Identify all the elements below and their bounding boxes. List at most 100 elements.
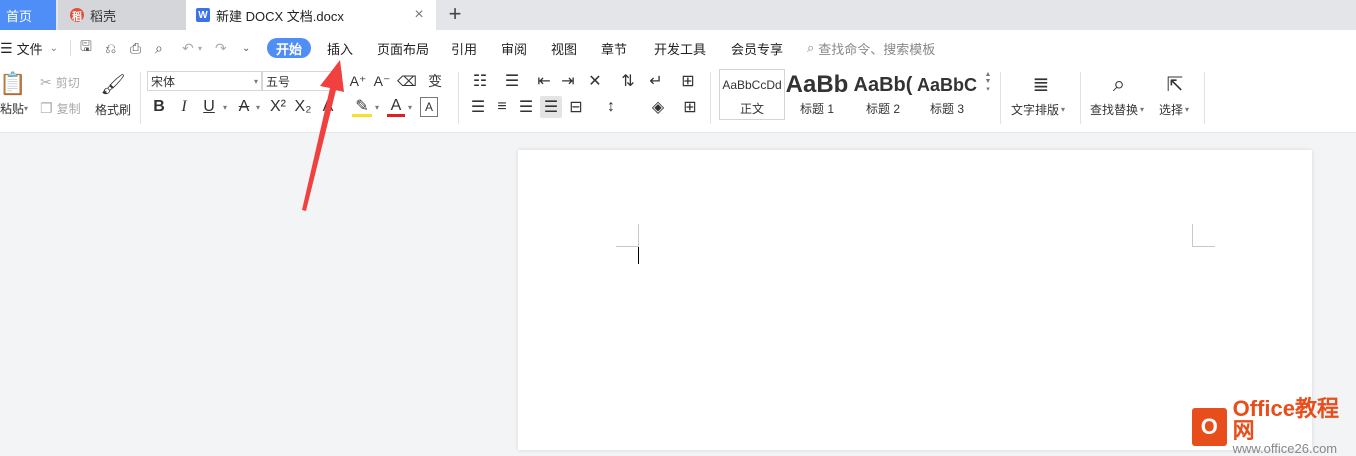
cursor-icon[interactable]: ⇱ xyxy=(1164,70,1186,98)
text-layout-button[interactable]: 文字排版 ▾ xyxy=(1011,101,1065,118)
paste-button[interactable]: 粘贴 ▾ xyxy=(0,100,28,117)
tab-stops-icon[interactable]: ⊞ xyxy=(676,71,700,91)
borders-icon[interactable]: ⊞ xyxy=(678,97,702,117)
divider xyxy=(1000,72,1001,124)
redo-icon[interactable]: ↷ xyxy=(215,38,227,58)
menu-view[interactable]: 视图 xyxy=(551,38,577,58)
show-marks-icon[interactable]: ↵ xyxy=(644,71,668,91)
chevron-down-icon: ▼ xyxy=(984,78,992,85)
chevron-up-icon: ▲ xyxy=(984,71,992,78)
increase-indent-icon[interactable]: ⇥ xyxy=(558,71,578,91)
tab-daoke[interactable]: 稻 稻壳 xyxy=(58,0,186,30)
chevron-down-icon: ▾ xyxy=(1140,105,1145,114)
find-replace-button[interactable]: 查找替换 ▾ xyxy=(1090,101,1144,118)
strikethrough-icon[interactable]: A xyxy=(235,97,253,117)
format-painter-icon[interactable]: 🖌 xyxy=(100,70,125,98)
divider xyxy=(1204,72,1205,124)
sort-icon[interactable]: ⇅ xyxy=(618,71,638,91)
menu-page-layout[interactable]: 页面布局 xyxy=(377,38,429,58)
watermark-logo: O Office教程网 www.office26.com xyxy=(1192,398,1356,456)
print-preview-icon[interactable]: ⌕ xyxy=(155,38,163,58)
style-heading-2[interactable]: AaBb( 标题 2 xyxy=(851,70,915,120)
justify-icon[interactable]: ☰ xyxy=(540,96,562,118)
writer-icon: W xyxy=(196,8,210,22)
underline-icon[interactable]: U xyxy=(200,97,218,117)
command-search-label: 查找命令、搜索模板 xyxy=(818,41,936,57)
divider xyxy=(710,72,711,124)
select-button[interactable]: 选择 ▾ xyxy=(1159,101,1189,118)
copy-icon: ❐ xyxy=(40,100,53,116)
print-icon[interactable]: ⎙ xyxy=(130,38,141,58)
find-icon[interactable]: ⌕ xyxy=(1106,70,1132,98)
style-label: 标题 3 xyxy=(929,102,964,116)
style-heading-1[interactable]: AaBb 标题 1 xyxy=(785,70,849,120)
scissors-icon: ✂ xyxy=(40,74,52,90)
menu-insert[interactable]: 插入 xyxy=(327,38,353,58)
cut-button[interactable]: ✂ 剪切 xyxy=(40,74,80,91)
menu-chapter[interactable]: 章节 xyxy=(601,38,627,58)
chevron-down-icon[interactable]: ▾ xyxy=(405,97,415,117)
menu-start[interactable]: 开始 xyxy=(267,38,311,58)
font-size-value: 五号 xyxy=(266,74,291,89)
text-layout-icon[interactable]: ≣ xyxy=(1028,70,1054,98)
divider xyxy=(458,72,459,124)
bold-icon[interactable]: B xyxy=(150,97,168,117)
style-label: 正文 xyxy=(739,102,764,116)
numbered-list-icon[interactable]: ☰ xyxy=(500,71,524,91)
command-search[interactable]: ⌕ 查找命令、搜索模板 xyxy=(807,38,935,58)
close-tab-icon[interactable]: × xyxy=(410,6,428,24)
chevron-down-icon: ⌄ xyxy=(49,42,58,54)
superscript-icon[interactable]: X² xyxy=(268,97,288,117)
copy-button[interactable]: ❐ 复制 xyxy=(40,100,81,117)
format-painter-button[interactable]: 格式刷 xyxy=(95,101,131,118)
bullet-list-icon[interactable]: ☷ xyxy=(468,71,492,91)
font-color-icon[interactable]: A xyxy=(387,97,405,117)
cut-label: 剪切 xyxy=(55,76,80,90)
chevron-down-icon: ▾ xyxy=(1061,105,1066,114)
menu-developer[interactable]: 开发工具 xyxy=(654,38,706,58)
chevron-down-icon: ▾ xyxy=(24,104,29,113)
divider xyxy=(1080,72,1081,124)
distributed-align-icon[interactable]: ⊟ xyxy=(566,97,586,117)
character-border-icon[interactable]: A xyxy=(420,97,438,117)
menu-review[interactable]: 审阅 xyxy=(501,38,527,58)
align-left-icon[interactable]: ☰ xyxy=(468,97,488,117)
italic-icon[interactable]: I xyxy=(175,97,193,117)
undo-dropdown-icon[interactable]: ▾ xyxy=(198,38,202,58)
line-spacing-icon[interactable]: ↕ xyxy=(598,97,624,117)
style-heading-3[interactable]: AaBbC 标题 3 xyxy=(915,70,979,120)
chevron-down-icon[interactable]: ▾ xyxy=(253,97,263,117)
text-cursor xyxy=(638,247,639,264)
new-tab-button[interactable]: + xyxy=(444,1,466,26)
align-right-icon[interactable]: ☰ xyxy=(516,97,536,117)
save-icon[interactable]: 🖫 xyxy=(80,38,92,58)
tab-home[interactable]: 首页 xyxy=(0,0,56,30)
menu-file[interactable]: ☰ 文件 ⌄ xyxy=(0,38,58,58)
menu-membership[interactable]: 会员专享 xyxy=(731,38,783,58)
font-name-value: 宋体 xyxy=(151,74,176,89)
customize-toolbar-icon[interactable]: ⌄ xyxy=(242,38,250,58)
hamburger-icon: ☰ xyxy=(0,39,13,56)
daoke-icon: 稻 xyxy=(70,8,84,23)
menu-references[interactable]: 引用 xyxy=(451,38,477,58)
style-gallery-scroll[interactable]: ▲ ▼ ▾ xyxy=(983,71,993,119)
export-icon[interactable]: ⎌ xyxy=(105,38,116,58)
paste-icon[interactable]: 📋 xyxy=(0,70,27,98)
chevron-down-icon[interactable]: ▾ xyxy=(220,97,230,117)
style-preview: AaBbC xyxy=(916,74,977,95)
decrease-indent-icon[interactable]: ⇤ xyxy=(534,71,554,91)
undo-icon[interactable]: ↶ xyxy=(182,38,194,58)
watermark-brand: Office教程网 xyxy=(1232,396,1339,443)
tab-document[interactable]: W 新建 DOCX 文档.docx xyxy=(186,0,436,30)
shading-icon[interactable]: ◈ xyxy=(645,97,671,117)
align-center-icon[interactable]: ≡ xyxy=(492,97,512,117)
clear-format-icon[interactable]: ⌫ xyxy=(397,71,417,91)
chinese-layout-icon[interactable]: ✕ xyxy=(584,71,606,91)
font-name-select[interactable]: 宋体 ▾ xyxy=(147,71,262,91)
search-icon: ⌕ xyxy=(807,40,815,55)
menu-file-label: 文件 xyxy=(16,41,43,57)
style-label: 标题 2 xyxy=(865,102,900,116)
shrink-font-icon[interactable]: A⁻ xyxy=(372,71,392,91)
phonetic-guide-icon[interactable]: 变 xyxy=(422,71,448,91)
chevron-down-icon[interactable]: ▾ xyxy=(372,97,382,117)
